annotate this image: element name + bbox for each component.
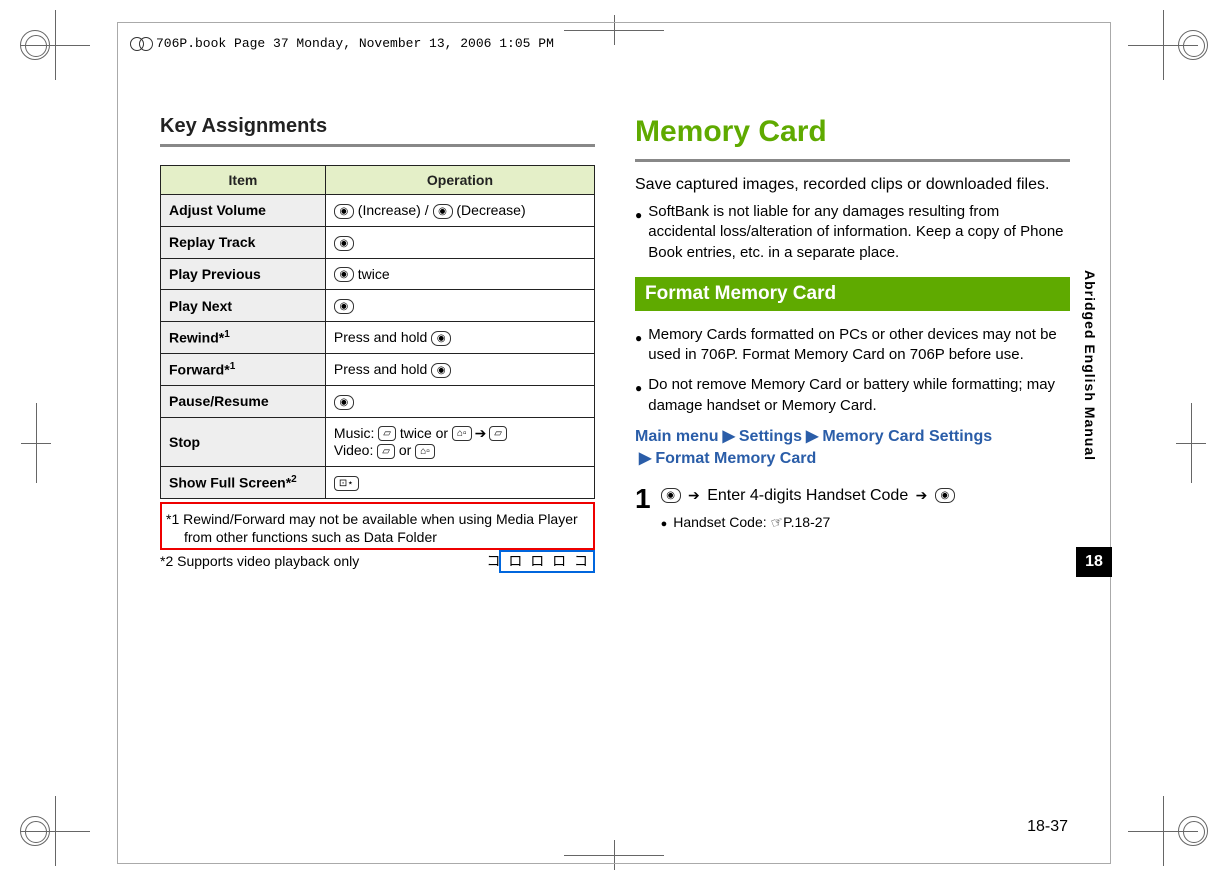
cropmark-bl — [20, 796, 100, 876]
table-row: Rewind*1 Press and hold ◉ — [161, 322, 595, 354]
item-cell: Pause/Resume — [161, 385, 326, 417]
operation-cell: Music: ▱ twice or ⌂▫➔▱ Video: ▱ or ⌂▫ — [325, 417, 594, 467]
item-cell: Forward*1 — [161, 353, 326, 385]
nav-left-icon: ◉ — [431, 331, 451, 346]
arrow-right-icon: ➔ — [688, 487, 700, 503]
item-cell: Play Previous — [161, 258, 326, 290]
book-header: 706P.book Page 37 Monday, November 13, 2… — [130, 36, 554, 51]
footnote-1: *1 Rewind/Forward may not be available w… — [166, 510, 589, 546]
operation-cell: ◉ twice — [325, 258, 594, 290]
cropmark-tl — [20, 10, 100, 90]
table-row: Adjust Volume ◉ (Increase) / ◉ (Decrease… — [161, 195, 595, 227]
table-row: Play Next ◉ — [161, 290, 595, 322]
cropmark-left-center — [36, 403, 37, 483]
bullet-item: ● SoftBank is not liable for any damages… — [635, 202, 1070, 263]
annotation-red-box: *1 Rewind/Forward may not be available w… — [160, 502, 595, 550]
bullet-text: SoftBank is not liable for any damages r… — [648, 202, 1070, 263]
operation-cell: ◉ — [325, 385, 594, 417]
operation-cell: Press and hold ◉ — [325, 353, 594, 385]
chevron-right-icon: ▶ — [806, 428, 818, 445]
table-header-item: Item — [161, 166, 326, 195]
bullet-text: Memory Cards formatted on PCs or other d… — [648, 325, 1070, 366]
binder-rings-icon — [130, 37, 148, 51]
nav-center-icon: ◉ — [935, 488, 955, 503]
key-assignments-heading: Key Assignments — [160, 115, 595, 138]
item-cell: Rewind*1 — [161, 322, 326, 354]
item-cell: Replay Track — [161, 226, 326, 258]
key-assignments-table: Item Operation Adjust Volume ◉ (Increase… — [160, 165, 595, 499]
side-chapter-label: Abridged English Manual — [1082, 270, 1098, 461]
footnote-2-row: *2 Supports video playback only コ ロ ロ ロ … — [160, 552, 595, 570]
operation-cell: Press and hold ◉ — [325, 322, 594, 354]
memory-card-lead: Save captured images, recorded clips or … — [635, 176, 1070, 194]
annotation-blue-box: コ ロ ロ ロ コ — [499, 550, 595, 572]
page-number: 18-37 — [1027, 818, 1068, 836]
hold-key-icon: ⌂▫ — [415, 444, 435, 459]
operation-cell: ◉ (Increase) / ◉ (Decrease) — [325, 195, 594, 227]
item-cell: Adjust Volume — [161, 195, 326, 227]
cropmark-right-center — [1191, 403, 1192, 483]
bullet-item: ● Memory Cards formatted on PCs or other… — [635, 325, 1070, 366]
bullet-dot-icon: ● — [635, 380, 642, 416]
nav-up-icon: ◉ — [334, 204, 354, 219]
step-number: 1 — [635, 485, 651, 513]
format-card-subheading: Format Memory Card — [635, 277, 1070, 311]
nav-right-icon: ◉ — [334, 299, 354, 314]
bullet-dot-icon: ● — [661, 517, 668, 533]
operation-cell: ◉ — [325, 290, 594, 322]
footnote-2: *2 Supports video playback only — [160, 553, 359, 569]
softkey-icon: ▱ — [377, 444, 395, 459]
table-row: Stop Music: ▱ twice or ⌂▫➔▱ Video: ▱ or … — [161, 417, 595, 467]
arrow-right-icon: ➔ — [475, 425, 487, 441]
nav-center-icon: ◉ — [661, 488, 681, 503]
memory-card-heading: Memory Card — [635, 115, 1070, 149]
nav-left-icon: ◉ — [334, 236, 354, 251]
cropmark-br — [1128, 796, 1208, 876]
chevron-right-icon: ▶ — [639, 450, 651, 467]
table-row: Replay Track ◉ — [161, 226, 595, 258]
nav-left-icon: ◉ — [334, 267, 354, 282]
softkey-icon: ▱ — [378, 426, 396, 441]
table-row: Show Full Screen*2 ⊡⋆ — [161, 467, 595, 499]
page-tab: 18 — [1076, 547, 1112, 577]
heading-rule — [160, 144, 595, 147]
heading-rule — [635, 159, 1070, 162]
table-row: Pause/Resume ◉ — [161, 385, 595, 417]
table-row: Forward*1 Press and hold ◉ — [161, 353, 595, 385]
table-row: Play Previous ◉ twice — [161, 258, 595, 290]
bullet-item: ● Do not remove Memory Card or battery w… — [635, 375, 1070, 416]
nav-right-icon: ◉ — [431, 363, 451, 378]
chevron-right-icon: ▶ — [723, 428, 735, 445]
item-cell: Stop — [161, 417, 326, 467]
nav-center-icon: ◉ — [334, 395, 354, 410]
nav-down-icon: ◉ — [433, 204, 453, 219]
table-header-operation: Operation — [325, 166, 594, 195]
arrow-right-icon: ➔ — [916, 487, 928, 503]
step-text: Enter 4-digits Handset Code — [707, 487, 912, 504]
camera-key-icon: ⊡⋆ — [334, 476, 359, 491]
step-row: 1 ◉ ➔ Enter 4-digits Handset Code ➔ ◉ ● … — [635, 485, 1070, 533]
bullet-dot-icon: ● — [635, 330, 642, 366]
step-sub: ● Handset Code: ☞P.18-27 — [661, 513, 955, 533]
cropmark-tr — [1128, 10, 1208, 90]
bullet-dot-icon: ● — [635, 207, 642, 263]
nav-breadcrumb: Main menu▶Settings▶Memory Card Settings▶… — [635, 426, 1070, 471]
softkey-icon: ▱ — [489, 426, 507, 441]
book-header-text: 706P.book Page 37 Monday, November 13, 2… — [156, 36, 554, 51]
bullet-text: Do not remove Memory Card or battery whi… — [648, 375, 1070, 416]
item-cell: Play Next — [161, 290, 326, 322]
hold-key-icon: ⌂▫ — [452, 426, 472, 441]
item-cell: Show Full Screen*2 — [161, 467, 326, 499]
operation-cell: ◉ — [325, 226, 594, 258]
operation-cell: ⊡⋆ — [325, 467, 594, 499]
